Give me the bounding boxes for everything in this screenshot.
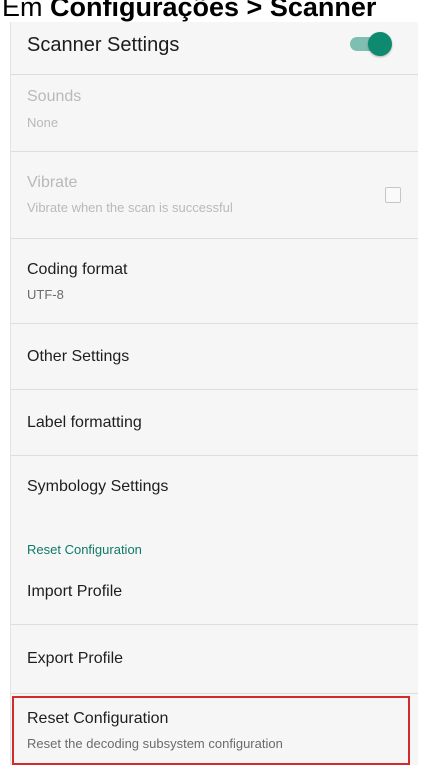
export-profile-title: Export Profile [27,650,124,667]
export-profile-item[interactable]: Export Profile [11,625,418,693]
coding-format-title: Coding format [27,261,128,278]
page-title: Scanner Settings [27,34,180,56]
other-settings-title: Other Settings [27,348,130,365]
vibrate-title: Vibrate [27,174,78,191]
section-header-reset: Reset Configuration [27,542,142,557]
vibrate-item[interactable]: Vibrate Vibrate when the scan is success… [11,152,418,238]
vibrate-subtitle: Vibrate when the scan is successful [27,200,233,215]
caption-path: Configurações > Scanner [50,0,377,22]
import-profile-title: Import Profile [27,583,123,600]
import-profile-item[interactable]: Import Profile [11,562,418,624]
label-formatting-item[interactable]: Label formatting [11,390,418,455]
settings-screen: Scanner Settings Sounds None Vibrate Vib… [10,22,418,765]
label-formatting-title: Label formatting [27,414,142,431]
sounds-item[interactable]: Sounds None [11,74,418,151]
toggle-thumb [368,32,392,56]
divider [11,693,418,694]
scanner-toggle[interactable] [350,32,392,56]
highlight-box [12,696,410,765]
sounds-title: Sounds [27,88,82,105]
other-settings-item[interactable]: Other Settings [11,324,418,389]
caption-prefix: Em [2,0,51,22]
coding-format-subtitle: UTF-8 [27,287,64,302]
vibrate-checkbox[interactable] [385,187,401,203]
scanner-settings-header: Scanner Settings [11,22,418,75]
page-caption: Em Configurações > Scanner [0,0,422,24]
symbology-settings-item[interactable]: Symbology Settings [11,456,418,516]
symbology-settings-title: Symbology Settings [27,478,169,495]
sounds-subtitle: None [27,115,59,130]
coding-format-item[interactable]: Coding format UTF-8 [11,239,418,323]
